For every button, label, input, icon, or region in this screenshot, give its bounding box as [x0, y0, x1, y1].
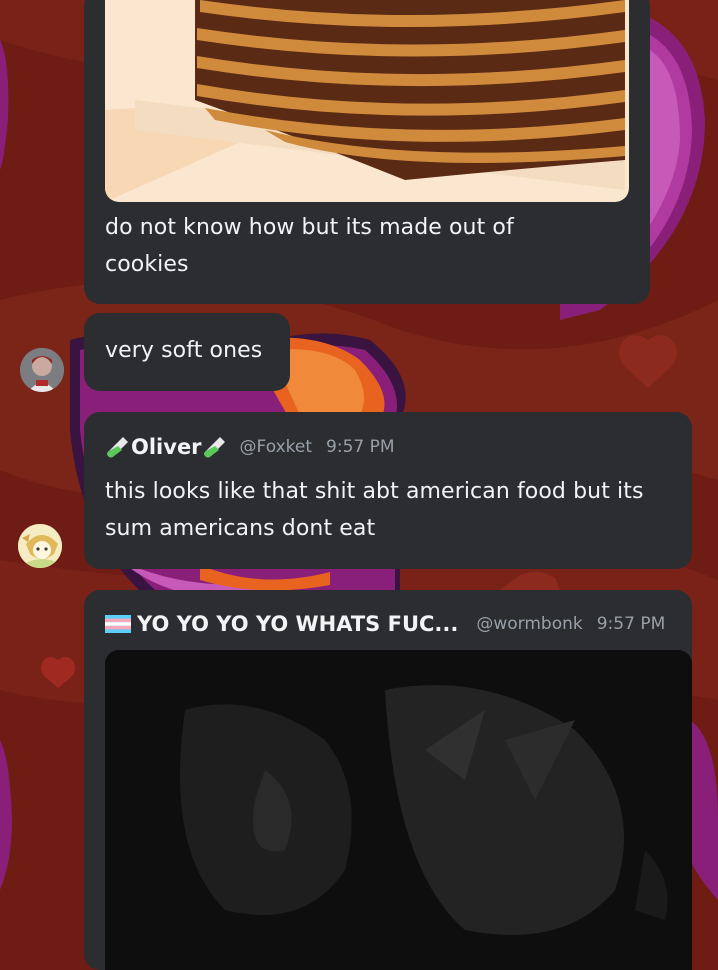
- message-very-soft: very soft ones: [84, 313, 290, 391]
- user-avatar-icon[interactable]: [20, 348, 64, 392]
- message-text-line: sum americans dont eat: [105, 516, 376, 541]
- message-cookie-cake: do not know how but its made out of cook…: [84, 0, 650, 304]
- message-text-line: cookies: [105, 252, 189, 277]
- message-text: do not know how but its made out of cook…: [105, 209, 625, 283]
- message-text-line: this looks like that shit abt american f…: [105, 479, 644, 504]
- message-header: Oliver @Foxket 9:57 PM: [105, 434, 395, 460]
- author-name[interactable]: Oliver: [131, 435, 202, 459]
- author-handle[interactable]: @wormbonk: [476, 614, 582, 634]
- cookie-cake-image[interactable]: [105, 0, 629, 202]
- message-text: very soft ones: [105, 338, 263, 363]
- author-handle[interactable]: @Foxket: [240, 437, 312, 457]
- dark-video-thumbnail[interactable]: [105, 650, 692, 970]
- message-header: YO YO YO YO WHATS FUC... @wormbonk 9:57 …: [105, 612, 665, 636]
- message-oliver: Oliver @Foxket 9:57 PM this looks like t…: [84, 412, 692, 569]
- message-timestamp: 9:57 PM: [596, 614, 666, 634]
- author-name[interactable]: YO YO YO YO WHATS FUC...: [137, 612, 458, 636]
- test-tube-icon: [105, 434, 131, 460]
- oliver-avatar-icon[interactable]: [18, 524, 62, 568]
- message-text: this looks like that shit abt american f…: [105, 473, 685, 547]
- message-timestamp: 9:57 PM: [326, 437, 395, 457]
- trans-flag-icon: [105, 615, 131, 633]
- test-tube-icon: [202, 434, 228, 460]
- message-wormbonk: YO YO YO YO WHATS FUC... @wormbonk 9:57 …: [84, 590, 692, 970]
- message-text-line: do not know how but its made out of: [105, 215, 514, 240]
